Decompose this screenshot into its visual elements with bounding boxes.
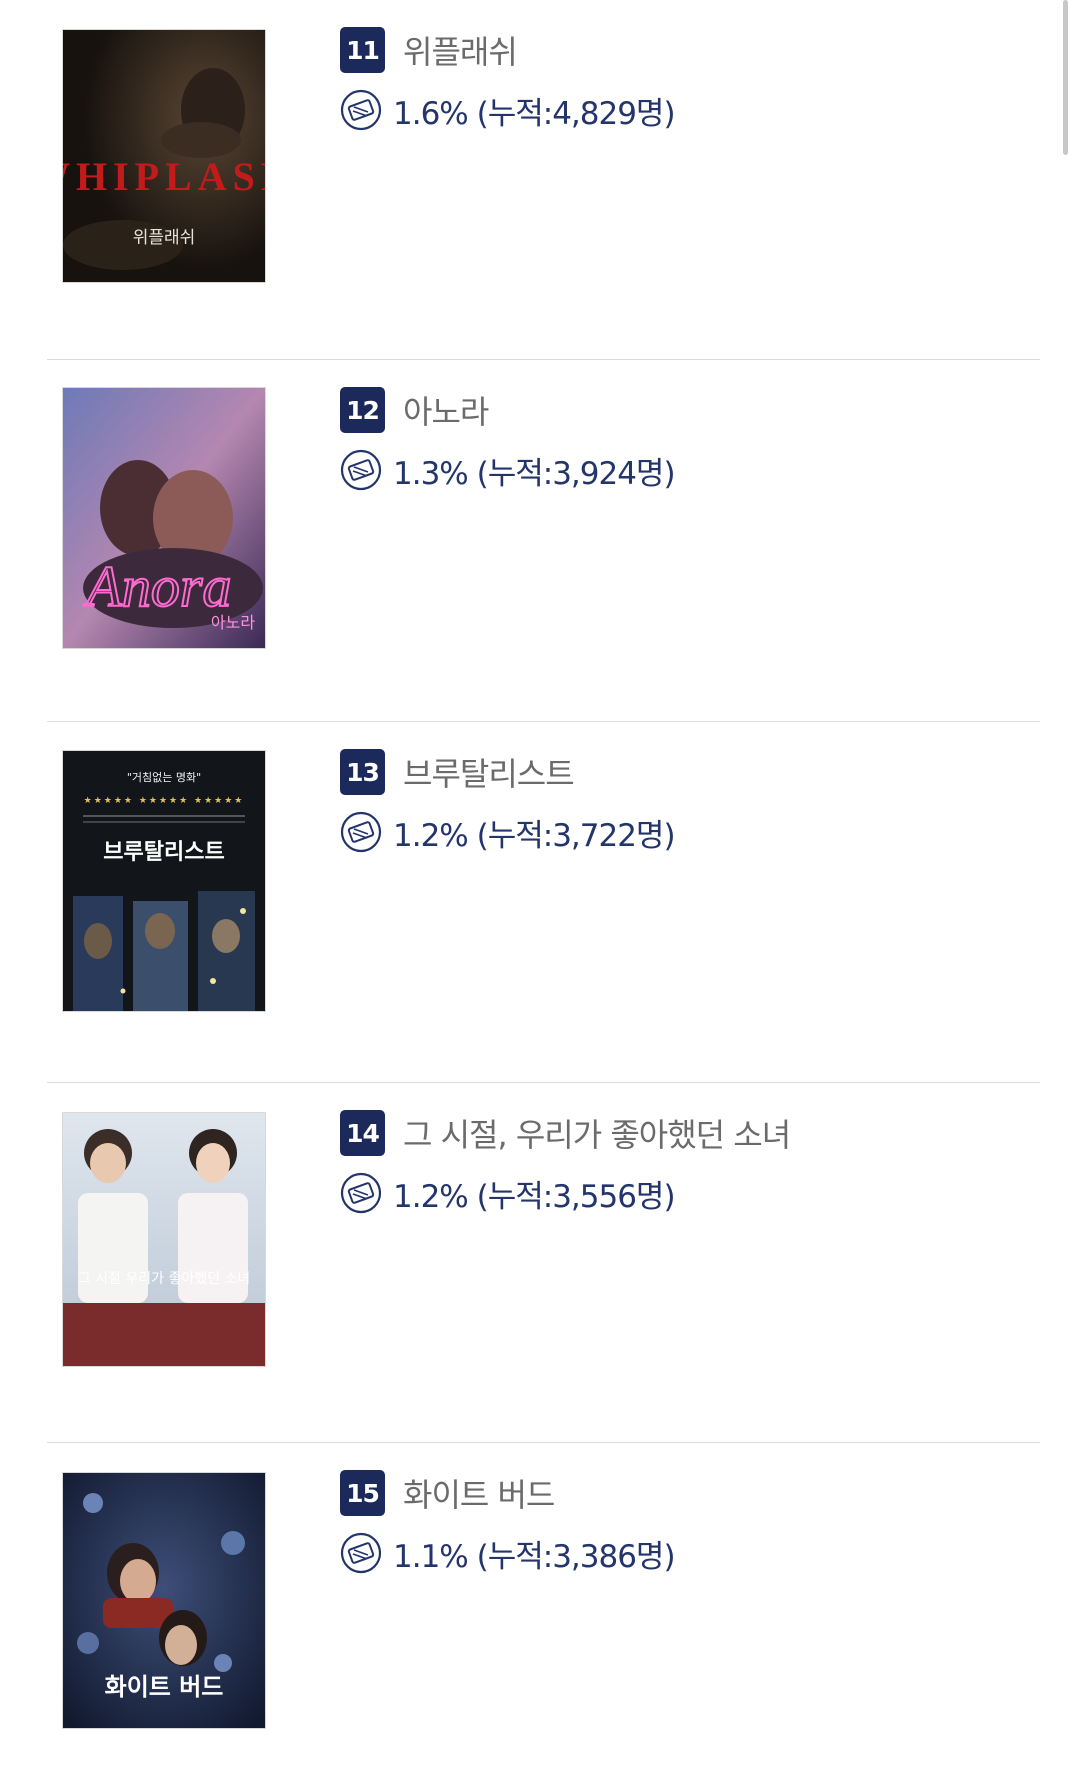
- audience-share: 1.2% (누적:3,556명): [393, 1178, 676, 1215]
- movie-info: 11 위플래쉬 1.6% (누적:4,829명): [340, 26, 676, 132]
- audience-share: 1.3% (누적:3,924명): [393, 455, 676, 492]
- poster-art: 화이트 버드: [63, 1473, 265, 1728]
- ticket-icon: [340, 811, 382, 853]
- poster-title: 그 시절 우리가 좋아했던 소녀: [78, 1271, 250, 1287]
- poster-art: Anora 아노라: [63, 388, 265, 648]
- scrollbar[interactable]: [1063, 0, 1068, 155]
- poster-art: 그 시절 우리가 좋아했던 소녀: [63, 1113, 265, 1366]
- rank-badge: 15: [340, 1470, 385, 1516]
- list-item[interactable]: "거침없는 명화" ★★★★★ ★★★★★ ★★★★★ 브루탈리스트 13 브루…: [47, 722, 1040, 1083]
- movie-poster[interactable]: Anora 아노라: [63, 388, 265, 648]
- movie-poster[interactable]: 그 시절 우리가 좋아했던 소녀: [63, 1113, 265, 1366]
- movie-info: 14 그 시절, 우리가 좋아했던 소녀 1.2% (누적:3,556명): [340, 1109, 791, 1215]
- rank-badge: 14: [340, 1110, 385, 1156]
- movie-poster[interactable]: "거침없는 명화" ★★★★★ ★★★★★ ★★★★★ 브루탈리스트: [63, 751, 265, 1011]
- poster-title: Anora: [83, 554, 232, 619]
- movie-info: 13 브루탈리스트 1.2% (누적:3,722명): [340, 748, 676, 854]
- movie-ranking-list: WHIPLASH 위플래쉬 11 위플래쉬 1.6% (누적:4,829명): [47, 0, 1040, 1778]
- poster-subtitle: "거침없는 명화": [127, 771, 201, 784]
- ticket-icon: [340, 1172, 382, 1214]
- audience-share: 1.1% (누적:3,386명): [393, 1538, 676, 1575]
- audience-share: 1.6% (누적:4,829명): [393, 95, 676, 132]
- movie-title[interactable]: 아노라: [403, 387, 489, 433]
- ticket-icon: [340, 89, 382, 131]
- poster-art: WHIPLASH 위플래쉬: [63, 30, 265, 282]
- poster-art: "거침없는 명화" ★★★★★ ★★★★★ ★★★★★ 브루탈리스트: [63, 751, 265, 1011]
- poster-title: 화이트 버드: [105, 1673, 224, 1701]
- movie-title[interactable]: 그 시절, 우리가 좋아했던 소녀: [403, 1110, 791, 1156]
- list-item[interactable]: 화이트 버드 15 화이트 버드 1.1% (누적:3,386명): [47, 1443, 1040, 1778]
- rank-badge: 12: [340, 387, 385, 433]
- movie-title[interactable]: 위플래쉬: [403, 27, 518, 73]
- poster-subtitle: 위플래쉬: [133, 228, 196, 248]
- list-item[interactable]: Anora 아노라 12 아노라 1.3% (누적:3,924명): [47, 360, 1040, 722]
- ticket-icon: [340, 1532, 382, 1574]
- movie-info: 15 화이트 버드 1.1% (누적:3,386명): [340, 1469, 676, 1575]
- movie-info: 12 아노라 1.3% (누적:3,924명): [340, 386, 676, 492]
- poster-subtitle: 아노라: [211, 613, 255, 632]
- ticket-icon: [340, 449, 382, 491]
- movie-poster[interactable]: WHIPLASH 위플래쉬: [63, 30, 265, 282]
- audience-share: 1.2% (누적:3,722명): [393, 817, 676, 854]
- poster-title: 브루탈리스트: [103, 840, 224, 865]
- movie-title[interactable]: 화이트 버드: [403, 1470, 555, 1516]
- rank-badge: 13: [340, 749, 385, 795]
- list-item[interactable]: 그 시절 우리가 좋아했던 소녀 14 그 시절, 우리가 좋아했던 소녀 1.…: [47, 1083, 1040, 1443]
- movie-title[interactable]: 브루탈리스트: [403, 749, 575, 795]
- svg-text:★★★★★ ★★★★★ ★★★★★: ★★★★★ ★★★★★ ★★★★★: [84, 796, 245, 806]
- list-item[interactable]: WHIPLASH 위플래쉬 11 위플래쉬 1.6% (누적:4,829명): [47, 0, 1040, 360]
- movie-poster[interactable]: 화이트 버드: [63, 1473, 265, 1728]
- poster-title: WHIPLASH: [63, 154, 265, 199]
- rank-badge: 11: [340, 27, 385, 73]
